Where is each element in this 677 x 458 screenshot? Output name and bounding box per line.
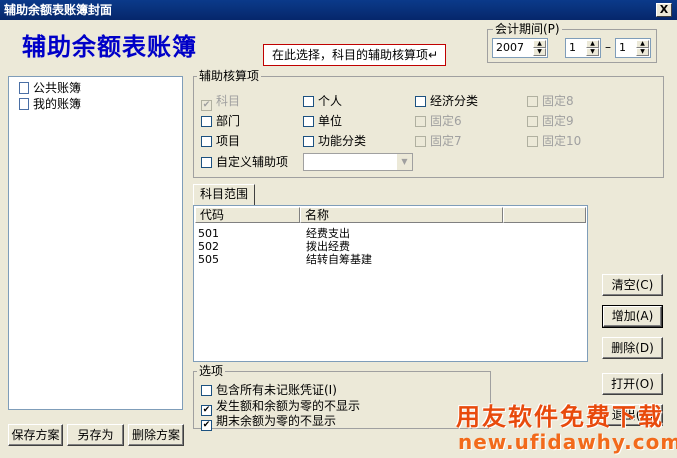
period-separator: –	[605, 40, 611, 54]
period-label: 会计期间(P)	[493, 22, 562, 36]
spin-down-icon[interactable]: ▼	[533, 48, 546, 56]
option-hide-zero-amount[interactable]: ✔ 发生额和余额为零的不显示	[201, 399, 361, 416]
checkbox-label: 自定义辅助项	[216, 155, 289, 169]
checkbox-label: 期末余额为零的不显示	[216, 414, 337, 428]
row-code: 505	[198, 253, 219, 266]
tab-subject-range[interactable]: 科目范围	[193, 184, 255, 205]
checkbox-label: 项目	[216, 134, 241, 148]
spin-down-icon[interactable]: ▼	[636, 48, 649, 56]
month-to-value: 1	[619, 41, 626, 54]
row-code: 501	[198, 227, 219, 240]
chevron-down-icon[interactable]: ▼	[397, 154, 412, 170]
options-label: 选项	[197, 364, 226, 378]
checkbox-label: 固定10	[542, 134, 582, 148]
aux-group-label: 辅助核算项	[197, 69, 262, 83]
checkbox-label: 固定6	[430, 114, 462, 128]
aux-checkbox-custom[interactable]: 自定义辅助项	[201, 155, 288, 169]
checkbox-box	[201, 157, 212, 168]
tree-item-label: 公共账簿	[33, 81, 82, 95]
checkbox-box	[415, 96, 426, 107]
checkbox-box	[201, 116, 212, 127]
dialog-window: 辅助余额表账簿封面 X 辅助余额表账簿 在此选择，科目的辅助核算项↵ 会计期间(…	[0, 0, 677, 458]
tree-item-label: 我的账簿	[33, 97, 82, 111]
aux-checkbox-fixed6: 固定6	[415, 114, 462, 128]
close-button[interactable]: X	[656, 3, 672, 17]
watermark-title: 用友软件免费下载	[456, 403, 664, 431]
checkbox-label: 个人	[318, 94, 343, 108]
row-name: 结转自筹基建	[306, 253, 372, 266]
checkbox-label: 发生额和余额为零的不显示	[216, 399, 361, 413]
checkbox-box	[303, 136, 314, 147]
checkbox-box	[303, 96, 314, 107]
row-code: 502	[198, 240, 219, 253]
checkbox-box	[415, 116, 426, 127]
checkbox-box	[201, 385, 212, 396]
checkbox-label: 包含所有未记账凭证(I)	[216, 383, 337, 397]
spin-up-icon[interactable]: ▲	[636, 40, 649, 48]
checkbox-label: 固定8	[542, 94, 574, 108]
add-button[interactable]: 增加(A)	[602, 305, 663, 328]
column-header-name[interactable]: 名称	[300, 207, 503, 223]
hint-annotation: 在此选择，科目的辅助核算项↵	[263, 44, 446, 66]
spin-down-icon[interactable]: ▼	[586, 48, 599, 56]
checkmark-icon: ✔	[201, 100, 212, 111]
month-from-spinner[interactable]: 1 ▲ ▼	[565, 38, 601, 58]
watermark-url: new.ufidawhy.com	[458, 430, 677, 454]
aux-checkbox-economic[interactable]: 经济分类	[415, 94, 478, 108]
checkmark-icon: ✔	[201, 420, 212, 431]
document-icon	[19, 98, 29, 110]
month-to-spinner[interactable]: 1 ▲ ▼	[615, 38, 651, 58]
row-name: 拨出经费	[306, 240, 350, 253]
aux-checkbox-person[interactable]: 个人	[303, 94, 342, 108]
checkbox-label: 部门	[216, 114, 241, 128]
year-value: 2007	[496, 41, 524, 54]
column-header-blank	[503, 207, 586, 223]
custom-aux-select[interactable]: ▼	[303, 153, 413, 171]
subject-list[interactable]: 代码 名称 501 经费支出 502 拨出经费 505 结转自筹基建	[193, 205, 588, 362]
checkbox-label: 功能分类	[318, 134, 367, 148]
option-include-unposted[interactable]: 包含所有未记账凭证(I)	[201, 383, 337, 397]
checkbox-box	[303, 116, 314, 127]
aux-checkbox-project[interactable]: 项目	[201, 134, 240, 148]
checkbox-label: 经济分类	[430, 94, 479, 108]
column-header-code[interactable]: 代码	[195, 207, 300, 223]
checkbox-label: 固定7	[430, 134, 462, 148]
tree-item-public[interactable]: 公共账簿	[19, 81, 81, 95]
account-book-tree[interactable]: 公共账簿 我的账簿	[8, 76, 183, 410]
spin-up-icon[interactable]: ▲	[586, 40, 599, 48]
save-plan-button[interactable]: 保存方案	[8, 424, 63, 446]
checkbox-box	[527, 96, 538, 107]
window-title: 辅助余额表账簿封面	[4, 3, 113, 17]
aux-checkbox-fixed7: 固定7	[415, 134, 462, 148]
checkbox-label: 单位	[318, 114, 343, 128]
aux-checkbox-function[interactable]: 功能分类	[303, 134, 366, 148]
aux-checkbox-fixed8: 固定8	[527, 94, 574, 108]
delete-plan-button[interactable]: 删除方案	[128, 424, 184, 446]
checkbox-box	[527, 136, 538, 147]
aux-checkbox-fixed9: 固定9	[527, 114, 574, 128]
aux-checkbox-subject: ✔ 科目	[201, 94, 241, 111]
aux-checkbox-unit[interactable]: 单位	[303, 114, 342, 128]
checkbox-box	[415, 136, 426, 147]
tree-item-mine[interactable]: 我的账簿	[19, 97, 81, 111]
spin-up-icon[interactable]: ▲	[533, 40, 546, 48]
delete-button[interactable]: 删除(D)	[602, 337, 663, 359]
title-bar: 辅助余额表账簿封面 X	[0, 0, 677, 20]
checkbox-label: 固定9	[542, 114, 574, 128]
aux-checkbox-department[interactable]: 部门	[201, 114, 240, 128]
row-name: 经费支出	[306, 227, 350, 240]
open-button[interactable]: 打开(O)	[602, 373, 663, 395]
month-from-value: 1	[569, 41, 576, 54]
save-as-button[interactable]: 另存为	[67, 424, 124, 446]
clear-button[interactable]: 清空(C)	[602, 274, 663, 296]
checkbox-label: 科目	[216, 94, 241, 108]
page-heading: 辅助余额表账簿	[22, 32, 197, 61]
document-icon	[19, 82, 29, 94]
checkbox-box	[527, 116, 538, 127]
aux-checkbox-fixed10: 固定10	[527, 134, 581, 148]
year-spinner[interactable]: 2007 ▲ ▼	[492, 38, 548, 58]
checkbox-box	[201, 136, 212, 147]
option-hide-zero-ending[interactable]: ✔ 期末余额为零的不显示	[201, 414, 337, 431]
